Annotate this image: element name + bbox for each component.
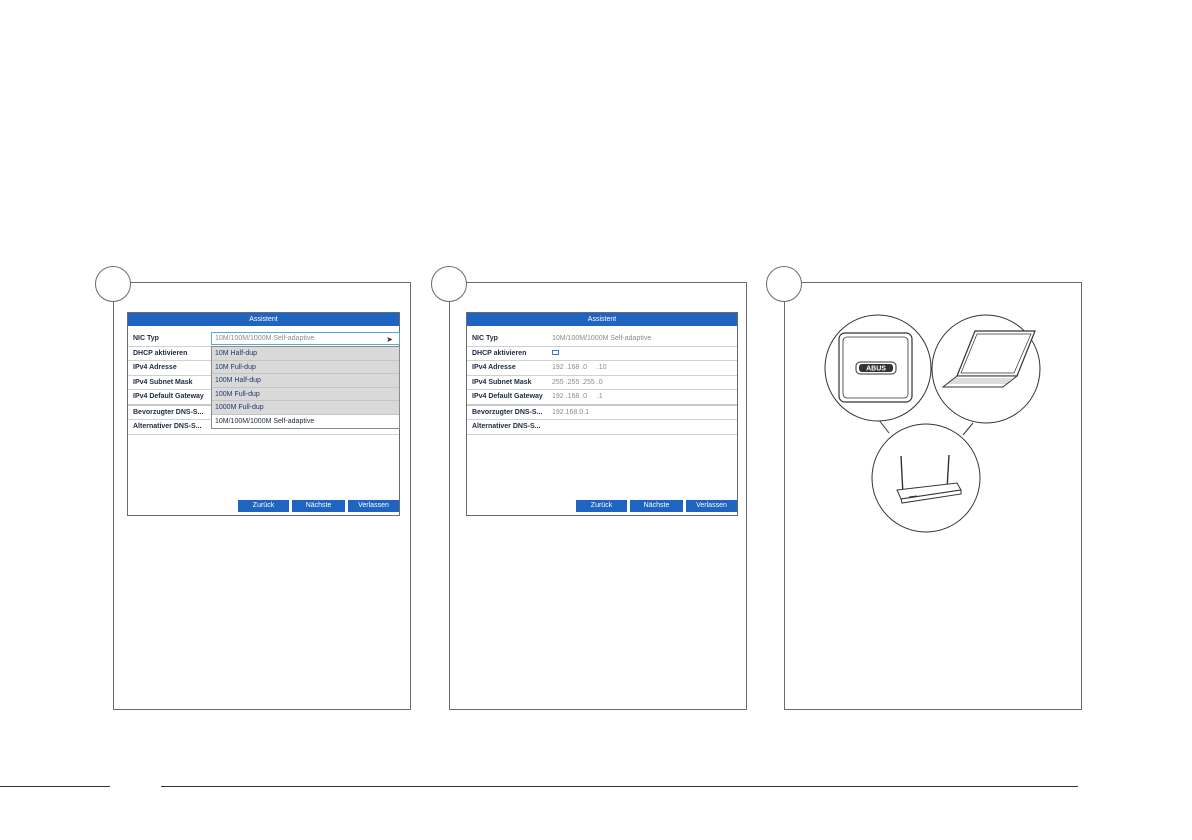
row-ipv4-address: IPv4 Adresse 192 .168 .0 .10 [467,361,737,376]
next-button[interactable]: Nächste [292,500,345,512]
nic-type-value: 10M/100M/1000M Self-adaptive [215,335,315,342]
nic-type-label: NIC Typ [133,335,159,342]
dns1-field[interactable]: 192.168.0.1 [552,406,589,419]
laptop-icon [931,314,1041,424]
dropdown-option[interactable]: 100M Full-dup [212,388,399,401]
step-number-circle-3 [766,266,802,302]
nic-type-dropdown: 10M Half-dup 10M Full-dup 100M Half-dup … [211,346,400,429]
abus-logo-text: ABUS [866,366,886,373]
ipv4-address-label: IPv4 Adresse [472,364,516,371]
row-gateway: IPv4 Default Gateway 192 .168 .0 .1 [467,390,737,406]
row-dhcp: DHCP aktivieren [467,347,737,361]
ipv4-address-field[interactable]: 192 .168 .0 .10 [552,361,607,374]
next-button[interactable]: Nächste [630,500,683,512]
dhcp-checkbox[interactable] [552,349,559,355]
dropdown-option[interactable]: 1000M Full-dup [212,401,399,415]
row-nic-type: NIC Typ 10M/100M/1000M Self-adaptive ➤ [128,332,400,347]
step-panel-1: Assistent NIC Typ 10M/100M/1000M Self-ad… [113,282,411,710]
dns2-label: Alternativer DNS-S... [133,423,202,430]
row-subnet: IPv4 Subnet Mask 255 .255 .255 .0 [467,376,737,390]
subnet-field[interactable]: 255 .255 .255 .0 [552,376,603,389]
exit-button[interactable]: Verlassen [348,500,399,512]
ipv4-address-label: IPv4 Adresse [133,364,177,371]
row-nic-type: NIC Typ 10M/100M/1000M Self-adaptive [467,332,737,347]
nic-type-value[interactable]: 10M/100M/1000M Self-adaptive [552,332,651,345]
assistant-dialog-2: Assistent NIC Typ 10M/100M/1000M Self-ad… [466,312,738,516]
dropdown-option[interactable]: 10M Half-dup [212,347,399,361]
step-number-circle-2 [431,266,467,302]
dropdown-option[interactable]: 10M Full-dup [212,361,399,374]
gateway-label: IPv4 Default Gateway [133,393,204,400]
dialog-title: Assistent [128,313,399,326]
dialog-title: Assistent [467,313,737,326]
back-button[interactable]: Zurück [576,500,627,512]
assistant-dialog-1: Assistent NIC Typ 10M/100M/1000M Self-ad… [127,312,400,516]
dhcp-label: DHCP aktivieren [133,349,188,357]
recorder-icon: ABUS [824,314,932,422]
subnet-label: IPv4 Subnet Mask [472,378,532,386]
step-number-circle-1 [95,266,131,302]
footer-rule-right [161,786,1078,787]
mouse-cursor-icon: ➤ [386,335,393,344]
dns1-label: Bevorzugter DNS-S... [133,408,204,416]
nic-type-select[interactable]: 10M/100M/1000M Self-adaptive ➤ [211,332,400,345]
row-dns1: Bevorzugter DNS-S... 192.168.0.1 [467,406,737,420]
row-dns2: Alternativer DNS-S... [467,420,737,435]
dns2-label: Alternativer DNS-S... [472,423,541,430]
back-button[interactable]: Zurück [238,500,289,512]
dhcp-label: DHCP aktivieren [472,349,527,357]
gateway-label: IPv4 Default Gateway [472,393,543,400]
gateway-field[interactable]: 192 .168 .0 .1 [552,390,603,403]
connection-line-laptop-router [962,422,974,436]
step-panel-2: Assistent NIC Typ 10M/100M/1000M Self-ad… [449,282,747,710]
dns1-label: Bevorzugter DNS-S... [472,408,543,416]
router-icon [871,423,981,533]
subnet-label: IPv4 Subnet Mask [133,378,193,386]
step-panel-3: ABUS [784,282,1082,710]
nic-type-label: NIC Typ [472,335,498,342]
exit-button[interactable]: Verlassen [686,500,737,512]
dropdown-option-selected[interactable]: 10M/100M/1000M Self-adaptive [212,414,399,428]
network-diagram: ABUS [824,314,1041,533]
dropdown-option[interactable]: 100M Half-dup [212,374,399,388]
footer-rule-left [0,786,110,787]
